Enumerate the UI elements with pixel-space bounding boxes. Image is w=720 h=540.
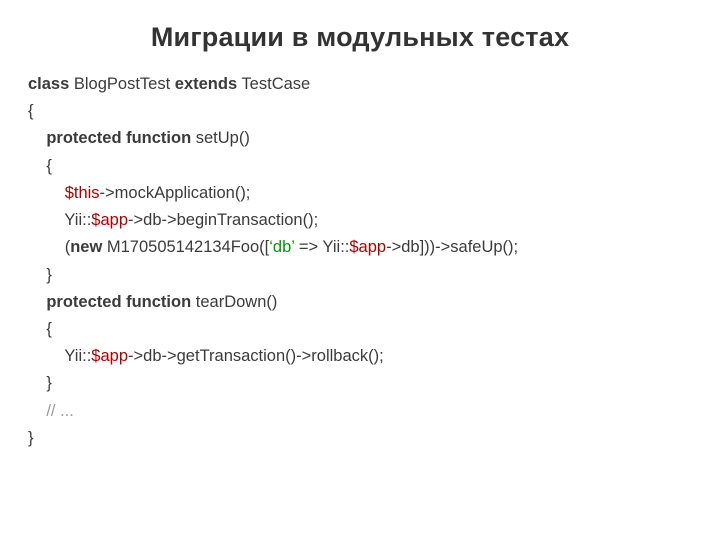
code-line: {	[28, 153, 692, 180]
string-literal: ‘db’	[269, 238, 294, 256]
code-line: }	[28, 370, 692, 397]
keyword: new	[70, 238, 102, 256]
code-line: }	[28, 425, 692, 452]
code-text: Yii::	[64, 211, 91, 229]
code-text: => Yii::	[294, 238, 349, 256]
comment: // ...	[46, 402, 74, 420]
code-block: class BlogPostTest extends TestCase { pr…	[28, 71, 692, 452]
brace: {	[46, 157, 52, 175]
code-line: Yii::$app->db->beginTransaction();	[28, 207, 692, 234]
code-text: M170505142134Foo([	[102, 238, 269, 256]
code-line: // ...	[28, 398, 692, 425]
code-text: ->mockApplication();	[100, 184, 251, 202]
code-line: $this->mockApplication();	[28, 180, 692, 207]
code-text: ->db->getTransaction()->rollback();	[128, 347, 384, 365]
variable: $app	[91, 211, 128, 229]
brace: {	[46, 320, 52, 338]
variable: $app	[91, 347, 128, 365]
code-line: protected function setUp()	[28, 125, 692, 152]
code-line: Yii::$app->db->getTransaction()->rollbac…	[28, 343, 692, 370]
variable: $this	[65, 184, 100, 202]
code-line: protected function tearDown()	[28, 289, 692, 316]
class-name: BlogPostTest	[69, 75, 174, 93]
brace: }	[46, 266, 52, 284]
slide-title: Миграции в модульных тестах	[28, 22, 692, 53]
code-line: {	[28, 316, 692, 343]
base-class: TestCase	[237, 75, 310, 93]
variable: $app	[349, 238, 386, 256]
method-name: tearDown()	[191, 293, 277, 311]
method-name: setUp()	[191, 129, 250, 147]
code-line: {	[28, 98, 692, 125]
slide: Миграции в модульных тестах class BlogPo…	[0, 0, 720, 540]
code-text: Yii::	[64, 347, 91, 365]
code-text: ->db]))->safeUp();	[386, 238, 518, 256]
code-line: (new M170505142134Foo([‘db’ => Yii::$app…	[28, 234, 692, 261]
keyword: class	[28, 75, 69, 93]
code-text: ->db->beginTransaction();	[128, 211, 318, 229]
keyword: protected function	[46, 293, 191, 311]
code-line: }	[28, 262, 692, 289]
code-line: class BlogPostTest extends TestCase	[28, 71, 692, 98]
keyword: extends	[175, 75, 237, 93]
keyword: protected function	[46, 129, 191, 147]
brace: }	[46, 374, 52, 392]
